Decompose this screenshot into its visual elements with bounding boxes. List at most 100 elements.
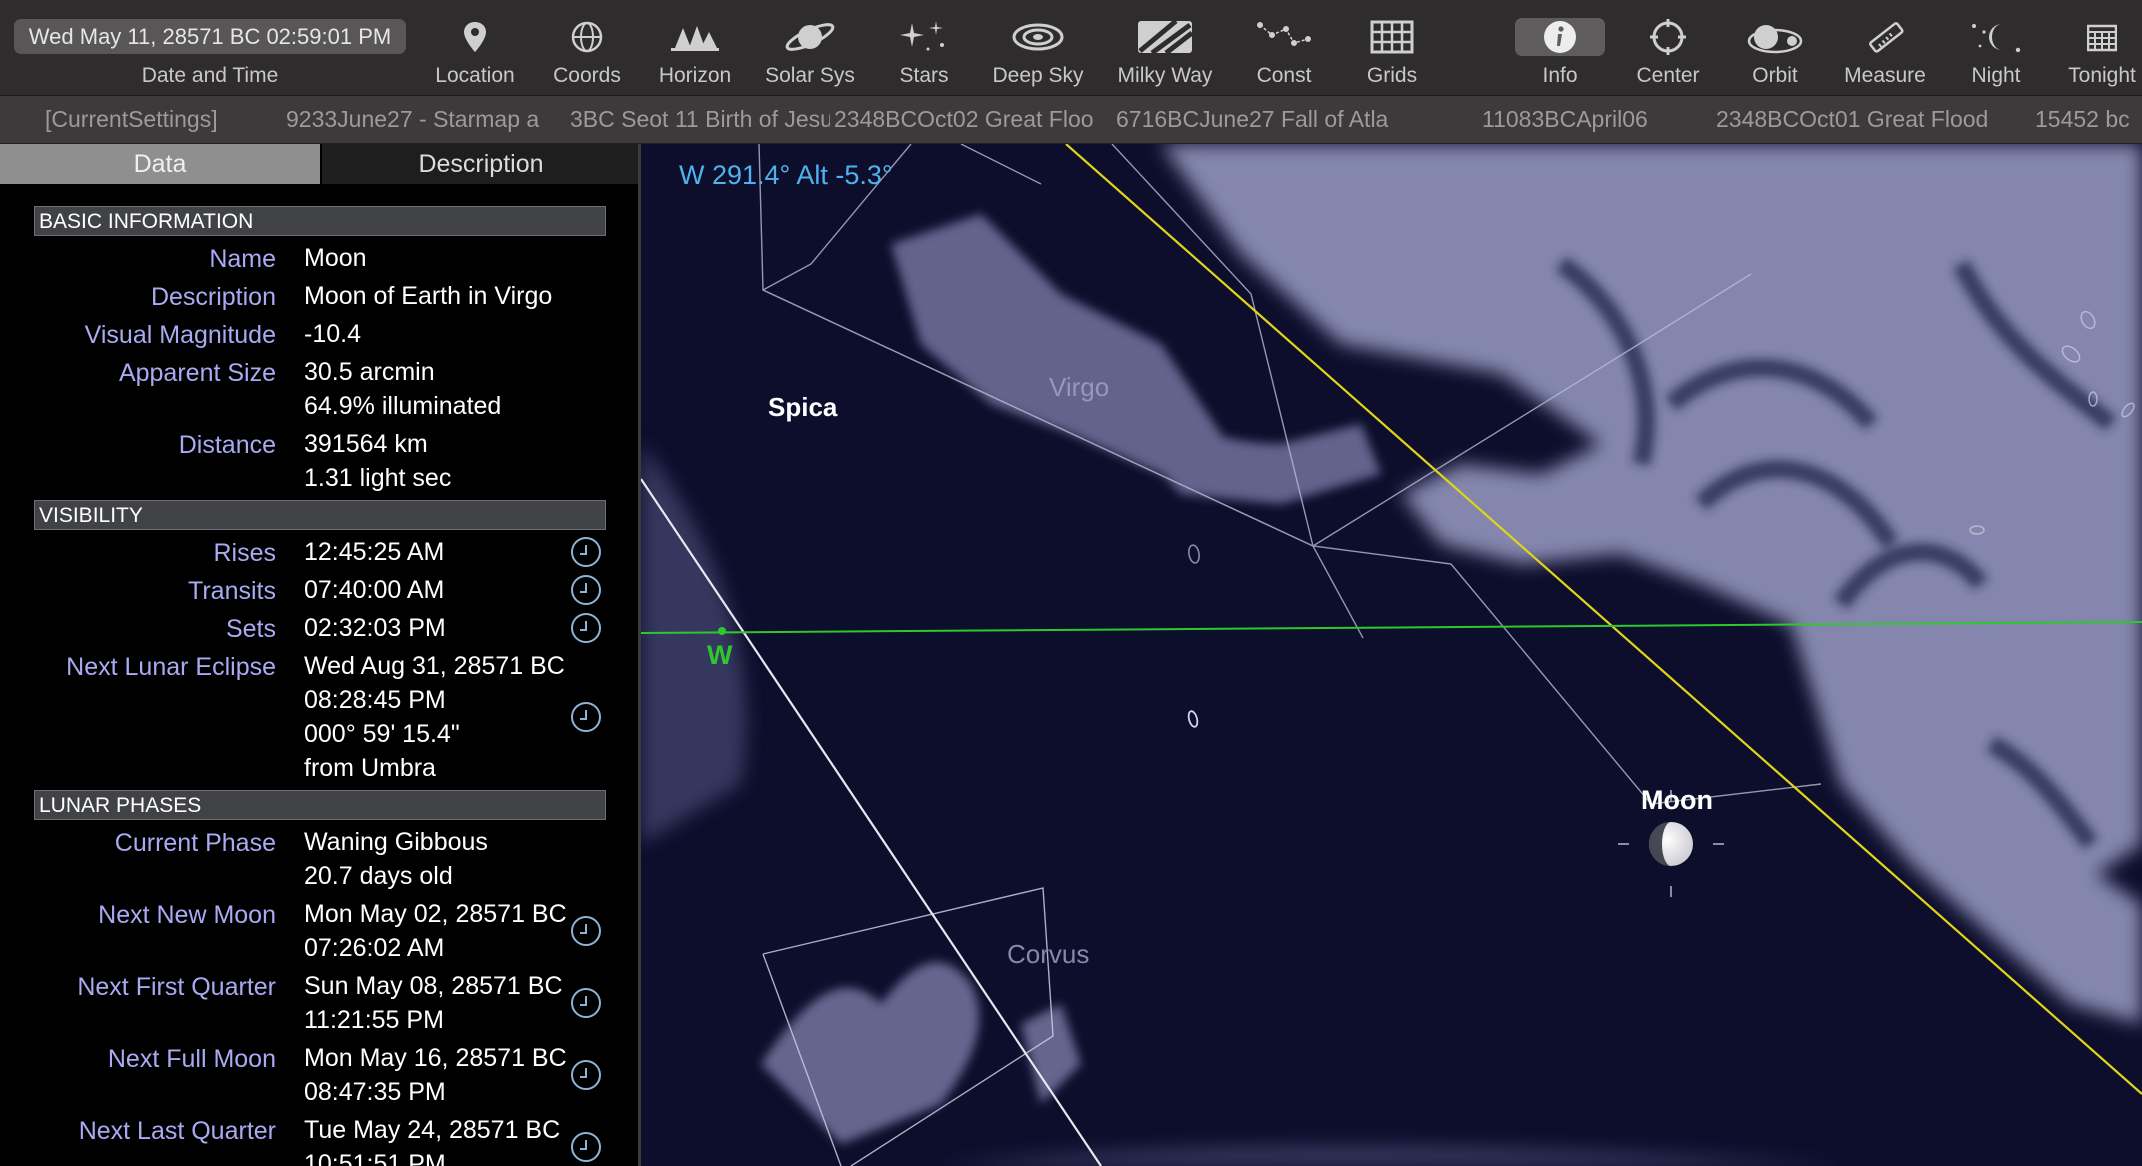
toolbar-tonight-button[interactable]: Tonight <box>2040 0 2142 96</box>
distance-label: Distance <box>178 431 276 459</box>
virgo-label[interactable]: Virgo <box>1049 372 1109 403</box>
toolbar-info-label: Info <box>1542 64 1578 87</box>
visual-magnitude-value: -10.4 <box>304 320 361 348</box>
grid-icon <box>1370 20 1414 54</box>
next-lunar-eclipse-label: Next Lunar Eclipse <box>66 653 276 681</box>
settings-item-current[interactable]: [CurrentSettings] <box>45 106 275 133</box>
horizon-trees-icon <box>671 26 719 51</box>
last-quarter-clock-icon[interactable] <box>571 1132 601 1162</box>
toolbar-location-label: Location <box>435 64 515 87</box>
settings-item[interactable]: 11083BCApril06 <box>1482 106 1682 133</box>
location-pin-icon <box>464 22 486 52</box>
rises-label: Rises <box>213 539 276 567</box>
sets-clock-icon[interactable] <box>571 613 601 643</box>
toolbar-info-button[interactable]: Info <box>1498 0 1622 96</box>
toolbar-const-label: Const <box>1256 64 1312 87</box>
toolbar-milky-way-label: Milky Way <box>1117 64 1213 87</box>
toolbar-solar-sys-button[interactable]: Solar Sys <box>748 0 872 96</box>
current-phase-label: Current Phase <box>114 829 276 857</box>
corvus-figure-art <box>761 962 1081 1144</box>
moon-label[interactable]: Moon <box>1641 785 1713 816</box>
description-label: Description <box>150 283 276 311</box>
toolbar-solar-sys-label: Solar Sys <box>765 64 855 87</box>
view-direction-readout: W 291.4° Alt -5.3° <box>679 160 893 190</box>
coords-icon <box>571 21 603 53</box>
eclipse-from-value: from Umbra <box>304 754 436 782</box>
toolbar-deep-sky-button[interactable]: Deep Sky <box>976 0 1100 96</box>
first-quarter-clock-icon[interactable] <box>571 988 601 1018</box>
toolbar-horizon-button[interactable]: Horizon <box>633 0 757 96</box>
toolbar: Wed May 11, 28571 BC 02:59:01 PM Date an… <box>0 0 2142 96</box>
sets-label: Sets <box>225 615 276 643</box>
toolbar-deep-sky-label: Deep Sky <box>992 64 1084 87</box>
date-time-label: Date and Time <box>141 64 279 87</box>
toolbar-coords-label: Coords <box>553 64 621 87</box>
description-value: Moon of Earth in Virgo <box>304 282 553 310</box>
constellation-icon <box>1257 22 1311 46</box>
toolbar-horizon-label: Horizon <box>658 64 732 87</box>
toolbar-stars-button[interactable]: Stars <box>862 0 986 96</box>
virgo-figure-art <box>1161 144 2142 1024</box>
full-moon-clock-icon[interactable] <box>571 1060 601 1090</box>
distance-km-value: 391564 km <box>304 430 428 458</box>
toolbar-center-button[interactable]: Center <box>1606 0 1730 96</box>
next-full-moon-time: 08:47:35 PM <box>304 1078 446 1106</box>
sky-chart-view[interactable]: W 291.4° Alt -5.3° Virgo Spica Moon Corv… <box>641 144 2142 1166</box>
west-cardinal-label: W <box>707 640 733 670</box>
ruler-icon <box>1869 22 1904 53</box>
galaxy-icon <box>1012 23 1064 51</box>
toolbar-milky-way-button[interactable]: Milky Way <box>1103 0 1227 96</box>
toolbar-orbit-label: Orbit <box>1752 64 1798 87</box>
settings-item[interactable]: 2348BCOct01 Great Flood <box>1716 106 2000 133</box>
tab-data[interactable]: Data <box>0 144 320 184</box>
next-full-moon-date: Mon May 16, 28571 BC <box>304 1044 567 1072</box>
toolbar-tonight-label: Tonight <box>2068 64 2136 87</box>
new-moon-clock-icon[interactable] <box>571 916 601 946</box>
eclipse-date-value: Wed Aug 31, 28571 BC <box>304 652 565 680</box>
corvus-label[interactable]: Corvus <box>1007 939 1089 970</box>
toolbar-measure-button[interactable]: Measure <box>1823 0 1947 96</box>
section-lunar-phases: LUNAR PHASES <box>34 790 606 820</box>
illumination-value: 64.9% illuminated <box>304 392 502 420</box>
settings-item[interactable]: 2348BCOct02 Great Floo <box>834 106 1116 133</box>
next-new-moon-date: Mon May 02, 28571 BC <box>304 900 567 928</box>
name-label: Name <box>209 245 276 273</box>
moon-object[interactable] <box>1649 822 1693 866</box>
toolbar-stars-label: Stars <box>899 64 949 87</box>
saturn-icon <box>785 23 835 51</box>
toolbar-const-button[interactable]: Const <box>1222 0 1346 96</box>
galaxy-marker <box>1187 710 1199 728</box>
toolbar-coords-button[interactable]: Coords <box>525 0 649 96</box>
rises-clock-icon[interactable] <box>571 537 601 567</box>
next-last-quarter-label: Next Last Quarter <box>78 1117 276 1145</box>
info-panel: Data Description BASIC INFORMATION Name … <box>0 144 640 1166</box>
settings-item[interactable]: 9233June27 - Starmap a <box>286 106 568 133</box>
next-first-quarter-label: Next First Quarter <box>77 973 276 1001</box>
toolbar-orbit-button[interactable]: Orbit <box>1713 0 1837 96</box>
toolbar-center-label: Center <box>1636 64 1700 87</box>
toolbar-measure-label: Measure <box>1844 64 1926 87</box>
tab-description[interactable]: Description <box>320 144 640 184</box>
toolbar-grids-button[interactable]: Grids <box>1330 0 1454 96</box>
orbit-icon <box>1747 25 1803 54</box>
settings-item[interactable]: 3BC Seot 11 Birth of Jesu <box>570 106 830 133</box>
date-time-field[interactable]: Wed May 11, 28571 BC 02:59:01 PM <box>14 19 406 54</box>
next-last-quarter-date: Tue May 24, 28571 BC <box>304 1116 561 1144</box>
visual-magnitude-label: Visual Magnitude <box>84 321 276 349</box>
transits-clock-icon[interactable] <box>571 575 601 605</box>
section-basic-information: BASIC INFORMATION <box>34 206 606 236</box>
toolbar-grids-label: Grids <box>1366 64 1418 87</box>
section-visibility: VISIBILITY <box>34 500 606 530</box>
settings-item[interactable]: 15452 bc <box>2035 106 2142 133</box>
eclipse-time-value: 08:28:45 PM <box>304 686 446 714</box>
eclipse-clock-icon[interactable] <box>571 702 601 732</box>
distance-light-sec-value: 1.31 light sec <box>304 464 452 492</box>
moon-night-icon <box>1972 24 2021 53</box>
settings-item[interactable]: 6716BCJune27 Fall of Atla <box>1116 106 1430 133</box>
next-new-moon-time: 07:26:02 AM <box>304 934 445 962</box>
name-value: Moon <box>304 244 367 272</box>
rises-value: 12:45:25 AM <box>304 538 445 566</box>
toolbar-location-button[interactable]: Location <box>413 0 537 96</box>
spica-label[interactable]: Spica <box>768 392 837 423</box>
next-last-quarter-time: 10:51:51 PM <box>304 1150 446 1166</box>
